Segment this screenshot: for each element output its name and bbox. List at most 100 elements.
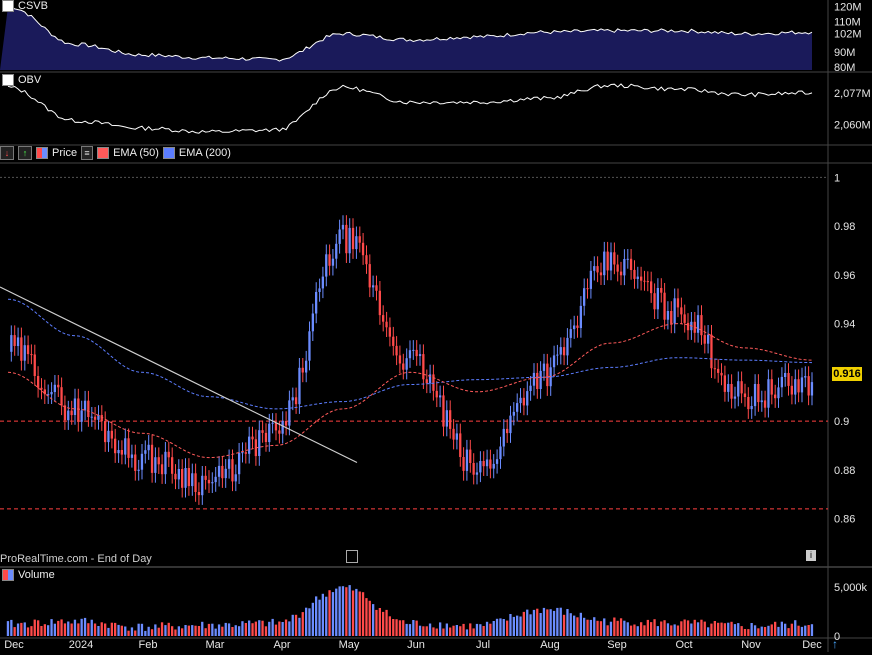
candle-body xyxy=(653,293,656,310)
candle-body xyxy=(804,376,807,378)
obv-line xyxy=(7,83,813,134)
volume-legend: Volume xyxy=(2,567,55,583)
info-icon[interactable]: i xyxy=(806,550,816,561)
volume-bar xyxy=(593,617,596,636)
volume-bar xyxy=(20,622,23,636)
volume-bar xyxy=(583,617,586,636)
x-tick-label: Apr xyxy=(273,639,291,651)
volume-bar xyxy=(335,588,338,636)
price-panel xyxy=(0,176,828,510)
volume-bar xyxy=(569,613,572,636)
volume-bar xyxy=(130,627,134,636)
volume-bar xyxy=(241,621,244,636)
volume-bar xyxy=(37,620,40,636)
volume-bar xyxy=(713,621,716,636)
x-tick-label: Dec xyxy=(802,639,822,651)
volume-bar xyxy=(710,623,713,636)
candle-body xyxy=(720,372,723,376)
candle-body xyxy=(140,453,144,470)
candle-body xyxy=(244,452,247,454)
candle-body xyxy=(707,334,710,344)
candle-body xyxy=(516,403,519,412)
volume-bar xyxy=(274,624,278,636)
volume-bar xyxy=(633,624,636,636)
price-y-tick: 0.96 xyxy=(834,270,855,282)
volume-bar xyxy=(395,619,398,636)
volume-bar xyxy=(234,625,237,636)
volume-bar xyxy=(455,625,458,636)
candle-body xyxy=(187,468,190,487)
candle-body xyxy=(114,438,117,454)
candle-body xyxy=(609,252,613,271)
volume-bar xyxy=(248,620,251,636)
candle-body xyxy=(579,305,582,328)
volume-bar xyxy=(70,623,73,636)
volume-bar xyxy=(60,619,63,636)
candle-body xyxy=(767,379,770,408)
calendar-icon[interactable] xyxy=(346,550,358,563)
volume-bar xyxy=(495,618,499,636)
volume-bar xyxy=(646,619,649,636)
scroll-up-arrow-icon[interactable]: ↑ xyxy=(832,638,844,650)
volume-bar xyxy=(16,623,20,636)
volume-bar xyxy=(743,629,747,636)
candle-body xyxy=(26,345,30,355)
volume-bar xyxy=(251,623,254,636)
candle-body xyxy=(63,405,67,421)
volume-bar xyxy=(150,629,154,636)
volume-bar xyxy=(653,619,656,636)
candle-body xyxy=(673,298,676,324)
candle-body xyxy=(194,473,197,492)
buy-arrow-icon[interactable]: ↑ xyxy=(18,146,32,160)
csvb-y-tick: 110M xyxy=(834,17,861,29)
candle-body xyxy=(338,229,341,244)
candle-body xyxy=(730,384,733,399)
volume-bar xyxy=(539,613,542,636)
candle-body xyxy=(191,473,194,487)
volume-title: Volume xyxy=(18,569,55,581)
settings-icon[interactable]: ≡ xyxy=(81,146,94,160)
candle-body xyxy=(465,449,469,471)
volume-bar xyxy=(596,620,599,636)
volume-bar xyxy=(13,627,16,636)
volume-bar xyxy=(579,612,582,636)
price-y-tick: 0.9 xyxy=(834,416,849,428)
volume-bar xyxy=(479,624,482,636)
volume-bar xyxy=(462,623,465,636)
candle-body xyxy=(412,349,415,351)
volume-bar xyxy=(355,588,358,636)
candle-body xyxy=(482,461,485,467)
obv-y-tick: 2,077M xyxy=(834,88,871,100)
price-y-tick: 0.86 xyxy=(834,514,855,526)
volume-bar xyxy=(351,590,355,636)
candle-body xyxy=(552,355,556,368)
sell-arrow-icon[interactable]: ↓ xyxy=(0,146,14,160)
volume-bar xyxy=(666,623,670,636)
candle-body xyxy=(40,387,43,390)
volume-bar xyxy=(753,625,757,636)
csvb-y-tick: 120M xyxy=(834,2,862,14)
candle-body xyxy=(566,337,569,356)
candle-body xyxy=(395,345,398,356)
candle-body xyxy=(479,461,482,473)
candle-body xyxy=(130,454,134,458)
candle-body xyxy=(740,381,743,394)
candle-body xyxy=(167,451,170,458)
candle-body xyxy=(784,373,787,377)
volume-bar xyxy=(526,609,529,636)
candle-body xyxy=(583,288,586,306)
candle-body xyxy=(455,433,458,440)
price-y-tick: 0.98 xyxy=(834,221,855,233)
volume-bar xyxy=(378,608,381,636)
volume-bar xyxy=(737,623,740,636)
volume-bar xyxy=(57,620,60,636)
volume-bar xyxy=(485,621,489,636)
volume-bar xyxy=(522,611,525,636)
volume-bar xyxy=(542,607,546,636)
volume-bar xyxy=(127,630,130,636)
price-y-tick: 0.94 xyxy=(834,319,855,331)
candle-body xyxy=(150,444,154,473)
volume-bar xyxy=(160,622,164,636)
candle-body xyxy=(485,459,489,467)
legend-ema200: EMA (200) xyxy=(178,147,231,159)
